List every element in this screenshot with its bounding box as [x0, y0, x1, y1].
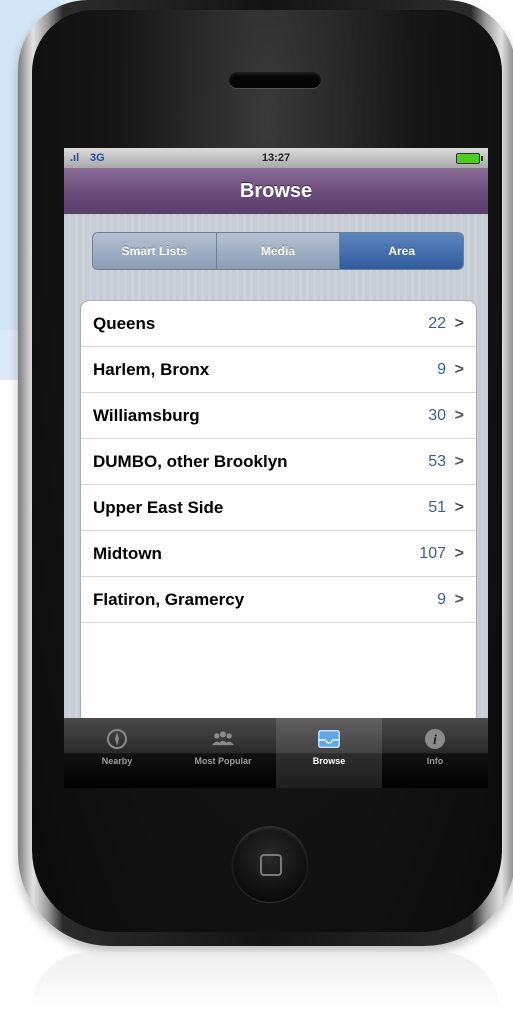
tab-label: Info	[426, 756, 444, 766]
list-item-label: Harlem, Bronx	[93, 359, 210, 379]
status-time: 13:27	[261, 152, 291, 164]
list-item-label: Williamsburg	[93, 405, 200, 425]
svg-text:i: i	[433, 733, 437, 748]
info-icon: i	[422, 726, 448, 752]
tab-info[interactable]: i Info	[382, 718, 488, 788]
phone-screen: .ıl 3G 13:27 Browse Smart Lists Media Ar…	[64, 148, 488, 788]
segmented-control: Smart Lists Media Area	[92, 232, 464, 270]
chevron-right-icon: >	[454, 498, 464, 516]
tab-bar: Nearby Most Popular Browse i Info	[64, 718, 488, 788]
status-bar: .ıl 3G 13:27	[64, 148, 488, 168]
list-item-count: 53	[428, 452, 446, 470]
tab-browse[interactable]: Browse	[276, 718, 382, 788]
inbox-icon	[316, 726, 342, 752]
list-item-count: 9	[437, 360, 446, 378]
list-item-label: DUMBO, other Brooklyn	[93, 451, 288, 471]
chevron-right-icon: >	[454, 360, 464, 378]
segment-area[interactable]: Area	[340, 233, 463, 269]
home-square-icon	[260, 854, 282, 876]
list-item-count: 22	[428, 314, 446, 332]
list-item-label: Upper East Side	[93, 497, 224, 517]
compass-icon	[104, 726, 130, 752]
battery-icon	[456, 153, 483, 164]
list-item-count: 107	[419, 544, 446, 562]
tab-nearby[interactable]: Nearby	[64, 718, 170, 788]
list-item[interactable]: Williamsburg 30 >	[81, 393, 476, 439]
area-list: Queens 22 > Harlem, Bronx 9 > Williamsbu…	[80, 300, 477, 718]
list-item-count: 30	[428, 406, 446, 424]
list-item-count: 51	[428, 498, 446, 516]
tab-most-popular[interactable]: Most Popular	[170, 718, 276, 788]
chevron-right-icon: >	[454, 406, 464, 424]
tab-label: Nearby	[101, 756, 133, 766]
tab-label: Browse	[312, 756, 346, 766]
list-item[interactable]: DUMBO, other Brooklyn 53 >	[81, 439, 476, 485]
earpiece-speaker	[229, 72, 321, 88]
chevron-right-icon: >	[454, 314, 464, 332]
list-item-count: 9	[437, 590, 446, 608]
list-item-label: Midtown	[93, 543, 162, 563]
list-item-label: Queens	[93, 313, 156, 333]
home-button[interactable]	[232, 826, 308, 902]
nav-title: Browse	[239, 180, 313, 202]
chevron-right-icon: >	[454, 544, 464, 562]
tab-label: Most Popular	[194, 756, 252, 766]
list-item-label: Flatiron, Gramercy	[93, 589, 245, 609]
chevron-right-icon: >	[454, 590, 464, 608]
segment-media[interactable]: Media	[216, 233, 341, 269]
people-icon	[210, 726, 236, 752]
content-area: Smart Lists Media Area Queens 22 > Harle…	[64, 214, 488, 718]
list-item[interactable]: Queens 22 >	[81, 301, 476, 347]
list-item[interactable]: Flatiron, Gramercy 9 >	[81, 577, 476, 623]
list-item[interactable]: Harlem, Bronx 9 >	[81, 347, 476, 393]
chevron-right-icon: >	[454, 452, 464, 470]
device-reflection	[30, 952, 500, 1012]
list-item[interactable]: Midtown 107 >	[81, 531, 476, 577]
navigation-bar: Browse	[64, 168, 488, 215]
segment-smart-lists[interactable]: Smart Lists	[93, 233, 217, 269]
list-item[interactable]: Upper East Side 51 >	[81, 485, 476, 531]
